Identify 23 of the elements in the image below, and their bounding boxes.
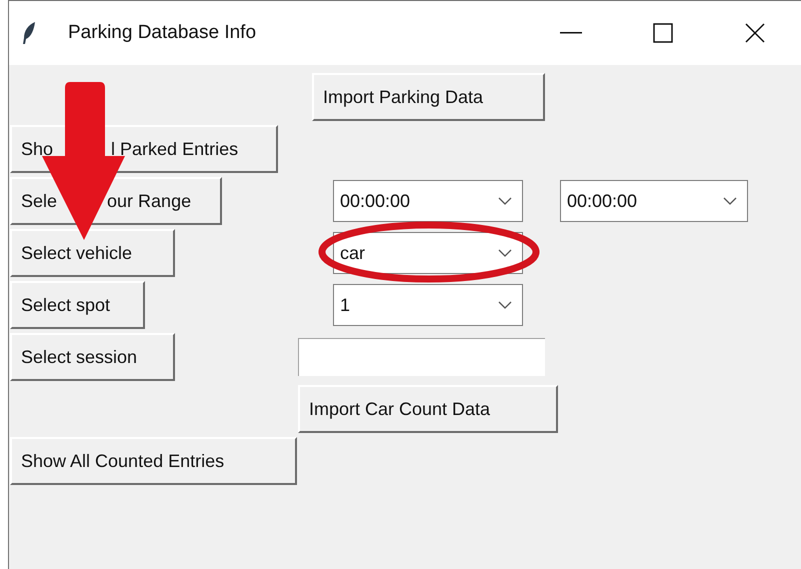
chevron-down-icon <box>498 301 512 309</box>
input-field[interactable] <box>298 338 545 376</box>
dropdown[interactable]: 00:00:00 <box>560 180 748 222</box>
dropdown[interactable]: 1 <box>333 284 523 326</box>
button-label: Sele <box>21 190 58 212</box>
button[interactable]: Import Parking Data <box>312 73 545 121</box>
button[interactable]: Show All Counted Entries <box>10 437 297 485</box>
chevron-down-icon <box>498 197 512 205</box>
button-label: l Parked Entries <box>111 138 238 160</box>
feather-icon <box>22 21 36 45</box>
chevron-down-icon <box>498 249 512 257</box>
button-label: Sho <box>21 138 54 160</box>
maximize-icon <box>653 23 673 43</box>
button-label: our Range <box>107 190 192 213</box>
button[interactable]: Select session <box>10 333 175 381</box>
minimize-icon <box>560 32 582 34</box>
close-icon <box>745 23 765 43</box>
chevron-down-icon <box>723 197 737 205</box>
button[interactable]: Import Car Count Data <box>298 385 558 433</box>
dropdown[interactable]: 00:00:00 <box>333 180 523 222</box>
window-title: Parking Database Info <box>68 20 256 45</box>
button[interactable]: Select vehicle <box>10 229 175 277</box>
button[interactable]: Select spot <box>10 281 145 329</box>
